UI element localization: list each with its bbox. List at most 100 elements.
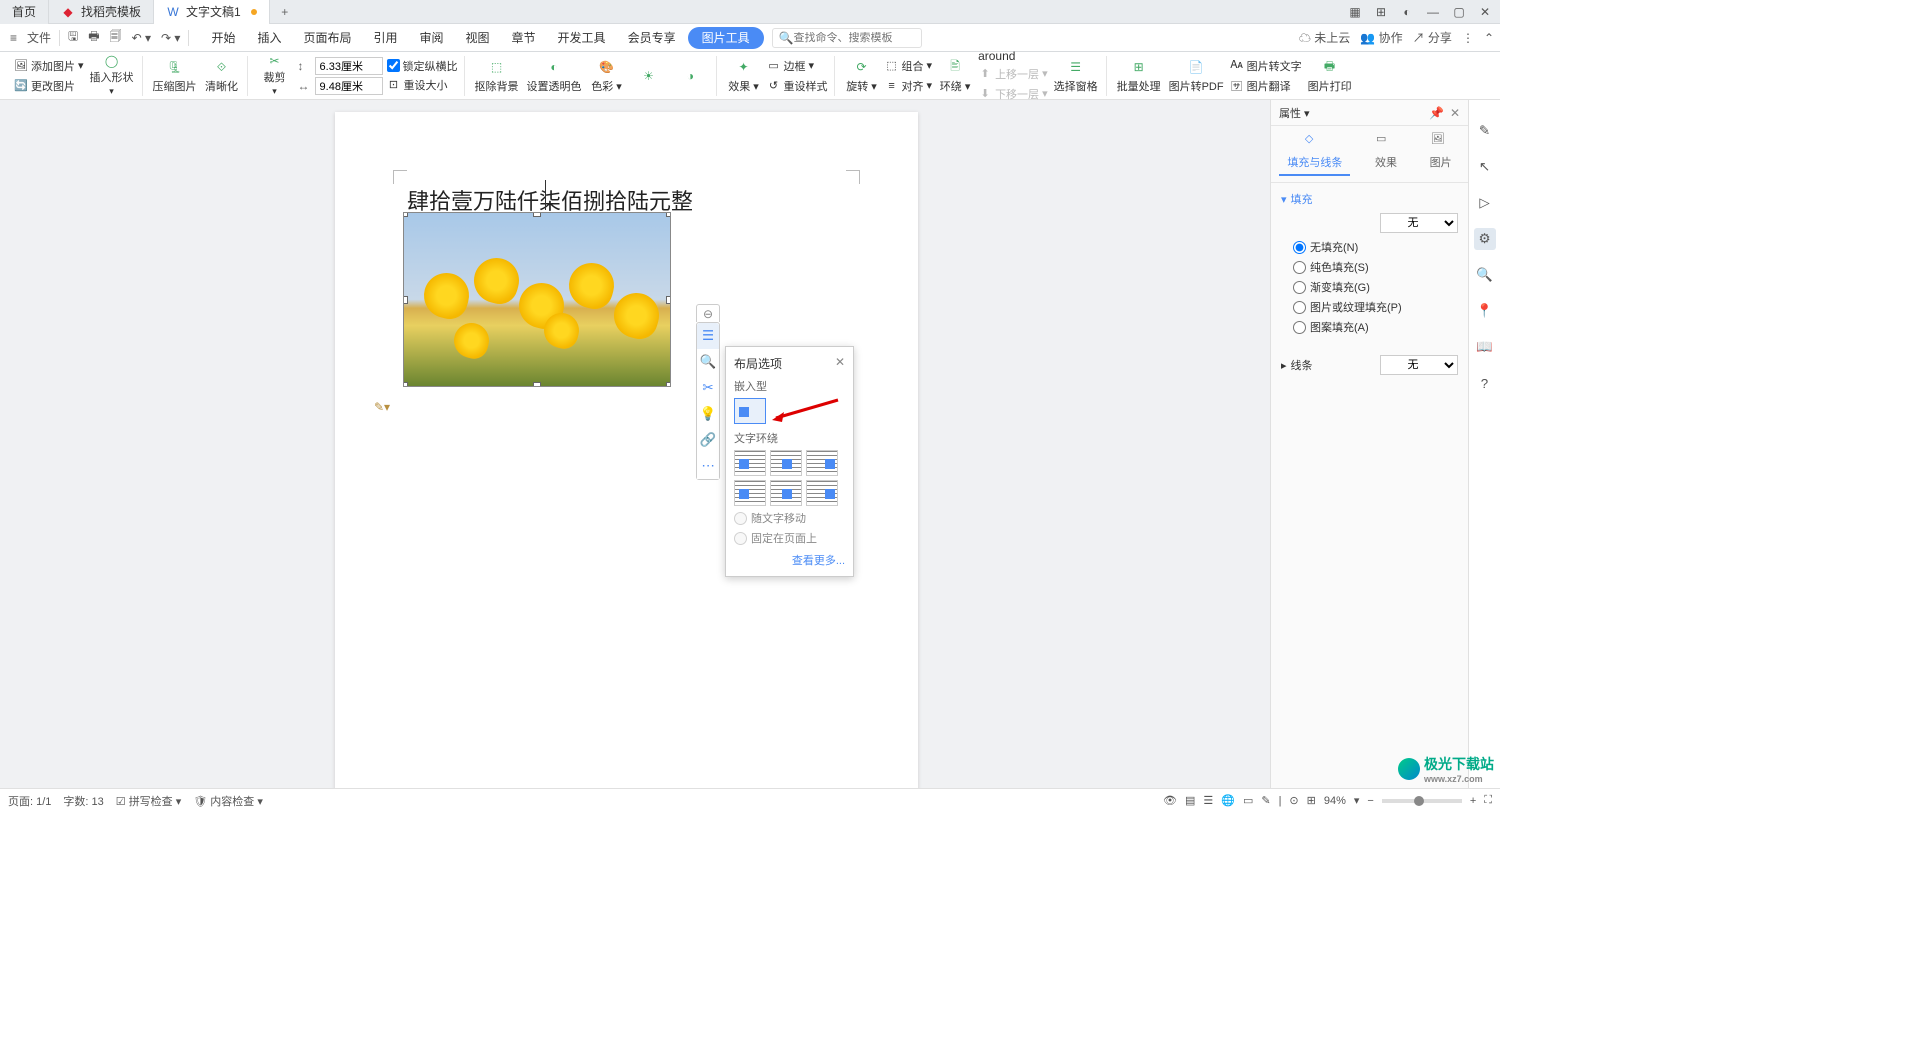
book-icon[interactable]: 📖 xyxy=(1474,336,1496,358)
prop-tab-fill[interactable]: ◇填充与线条 xyxy=(1279,132,1350,176)
resize-handle[interactable] xyxy=(533,212,541,217)
view-web-icon[interactable]: 🌐 xyxy=(1221,794,1235,807)
help-icon[interactable]: ? xyxy=(1474,372,1496,394)
prop-tab-effect[interactable]: ▭效果 xyxy=(1367,132,1405,176)
fill-section-header[interactable]: ▾ 填充 xyxy=(1281,191,1458,207)
crop-tool-icon[interactable]: ✂ xyxy=(697,375,719,401)
resize-handle[interactable] xyxy=(666,382,671,387)
fill-select[interactable]: 无 xyxy=(1380,213,1458,233)
tab-dev[interactable]: 开发工具 xyxy=(548,27,616,49)
width-input[interactable] xyxy=(315,77,383,95)
ai-suggest-icon[interactable]: ✎▾ xyxy=(374,400,390,416)
close-button[interactable]: ✕ xyxy=(1476,3,1494,21)
collapse-toolbar-icon[interactable]: ⊖ xyxy=(696,304,720,322)
wrap-option[interactable] xyxy=(806,450,838,476)
line-select[interactable]: 无 xyxy=(1380,355,1458,375)
view-outline-icon[interactable]: ☰ xyxy=(1203,794,1213,807)
sharpen-button[interactable]: ⟐清晰化 xyxy=(203,56,241,96)
print-icon[interactable]: 🖶 xyxy=(84,27,103,49)
move-up-button[interactable]: ⬆上移一层 ▾ xyxy=(978,65,1048,83)
translate-button[interactable]: 🈂图片翻译 xyxy=(1230,77,1302,95)
reset-style-button[interactable]: ↺重设样式 xyxy=(767,77,828,95)
pin-icon[interactable]: 📌 xyxy=(1429,106,1444,120)
share-button[interactable]: ↗ 分享 xyxy=(1413,29,1452,46)
align-button[interactable]: ≡对齐 ▾ xyxy=(885,77,933,95)
pattern-fill-radio[interactable]: 图案填充(A) xyxy=(1281,319,1458,335)
command-search[interactable]: 🔍 xyxy=(772,28,922,48)
to-text-button[interactable]: 🗛图片转文字 xyxy=(1230,57,1302,75)
wrap-option[interactable] xyxy=(770,450,802,476)
cloud-status[interactable]: ☁ 未上云 xyxy=(1299,29,1350,46)
contrast-icon[interactable]: ◑ xyxy=(672,56,710,96)
user-avatar-icon[interactable]: ◐ xyxy=(1398,3,1416,21)
tab-document[interactable]: W 文字文稿1 xyxy=(154,0,270,24)
select-icon[interactable]: ↖ xyxy=(1474,156,1496,178)
tab-reference[interactable]: 引用 xyxy=(363,27,407,49)
selection-pane-button[interactable]: ☰选择窗格 xyxy=(1052,56,1100,96)
lock-ratio-checkbox[interactable]: 锁定纵横比 xyxy=(387,58,458,74)
resize-handle[interactable] xyxy=(533,382,541,387)
collapse-ribbon-icon[interactable]: ⌃ xyxy=(1484,31,1494,45)
rotate-button[interactable]: ⟳旋转 ▾ xyxy=(843,56,881,96)
tab-page-layout[interactable]: 页面布局 xyxy=(293,27,361,49)
picture-fill-radio[interactable]: 图片或纹理填充(P) xyxy=(1281,299,1458,315)
to-pdf-button[interactable]: 📄图片转PDF xyxy=(1167,56,1226,96)
view-read-icon[interactable]: ▭ xyxy=(1243,794,1253,807)
tab-start[interactable]: 开始 xyxy=(201,27,245,49)
view-page-icon[interactable]: ▤ xyxy=(1185,794,1195,807)
prop-tab-picture[interactable]: 🖼图片 xyxy=(1422,132,1460,176)
effects-button[interactable]: ✦效果 ▾ xyxy=(725,56,763,96)
fit-icon[interactable]: ⊙ xyxy=(1289,794,1298,807)
fixed-position-radio[interactable]: 固定在页面上 xyxy=(734,530,845,546)
hamburger-icon[interactable]: ≡ xyxy=(6,27,21,49)
panel-close-icon[interactable]: ✕ xyxy=(1450,106,1460,120)
transparency-button[interactable]: ◐设置透明色 xyxy=(525,56,584,96)
resize-handle[interactable] xyxy=(403,212,408,217)
layout-inline-option[interactable] xyxy=(734,398,766,424)
height-input[interactable] xyxy=(315,57,383,75)
tab-view[interactable]: 视图 xyxy=(456,27,500,49)
content-check[interactable]: 🛡 内容检查 ▾ xyxy=(193,793,263,809)
settings-icon[interactable]: ⚙ xyxy=(1474,228,1496,250)
compress-button[interactable]: 🗜压缩图片 xyxy=(151,56,199,96)
insert-shape-button[interactable]: ◯插入形状▾ xyxy=(88,56,136,96)
wrap-button[interactable]: 🖹环绕 ▾ xyxy=(936,56,974,96)
page-indicator[interactable]: 页面: 1/1 xyxy=(8,793,51,809)
tab-templates[interactable]: ◆ 找稻壳模板 xyxy=(49,0,154,24)
add-picture-button[interactable]: 🖼添加图片 ▾ xyxy=(14,57,84,75)
ruler-icon[interactable]: ✎ xyxy=(1261,794,1270,807)
selected-image[interactable] xyxy=(403,212,671,387)
change-picture-button[interactable]: 🔄更改图片 xyxy=(14,77,84,95)
resize-handle[interactable] xyxy=(403,296,408,304)
wrap-option[interactable] xyxy=(734,480,766,506)
popup-close-icon[interactable]: ✕ xyxy=(835,355,845,372)
crop-button[interactable]: ✂裁剪▾ xyxy=(256,56,294,96)
tab-member[interactable]: 会员专享 xyxy=(618,27,686,49)
view-more-link[interactable]: 查看更多... xyxy=(734,552,845,568)
undo-icon[interactable]: ↶ ▾ xyxy=(128,27,155,49)
color-button[interactable]: 🎨色彩 ▾ xyxy=(588,56,626,96)
wrap-option[interactable] xyxy=(806,480,838,506)
zoom-slider[interactable] xyxy=(1382,799,1462,803)
apps-icon[interactable]: ⊞ xyxy=(1372,3,1390,21)
redo-icon[interactable]: ↷ ▾ xyxy=(157,27,184,49)
coop-button[interactable]: 👥 协作 xyxy=(1360,29,1402,46)
solid-fill-radio[interactable]: 纯色填充(S) xyxy=(1281,259,1458,275)
new-tab-button[interactable]: + xyxy=(270,5,300,19)
print-pic-button[interactable]: 🖶图片打印 xyxy=(1306,56,1354,96)
save-icon[interactable]: 🖫 xyxy=(64,27,82,49)
document-area[interactable]: 肆拾壹万陆仟柒佰捌拾陆元整 xyxy=(0,100,1270,788)
layout-grid-icon[interactable]: ▦ xyxy=(1346,3,1364,21)
idea-icon[interactable]: 💡 xyxy=(697,401,719,427)
pointer-icon[interactable]: ▷ xyxy=(1474,192,1496,214)
link-icon[interactable]: 🔗 xyxy=(697,427,719,453)
preview-icon[interactable]: 🗐 xyxy=(106,27,126,49)
tab-insert[interactable]: 插入 xyxy=(247,27,291,49)
resize-handle[interactable] xyxy=(666,296,671,304)
minimize-button[interactable]: — xyxy=(1424,3,1442,21)
zoom-icon[interactable]: 🔍 xyxy=(697,349,719,375)
wrap-option[interactable] xyxy=(770,480,802,506)
zoom-value[interactable]: 94% xyxy=(1324,795,1346,807)
maximize-button[interactable]: ▢ xyxy=(1450,3,1468,21)
move-with-text-radio[interactable]: 随文字移动 xyxy=(734,510,845,526)
